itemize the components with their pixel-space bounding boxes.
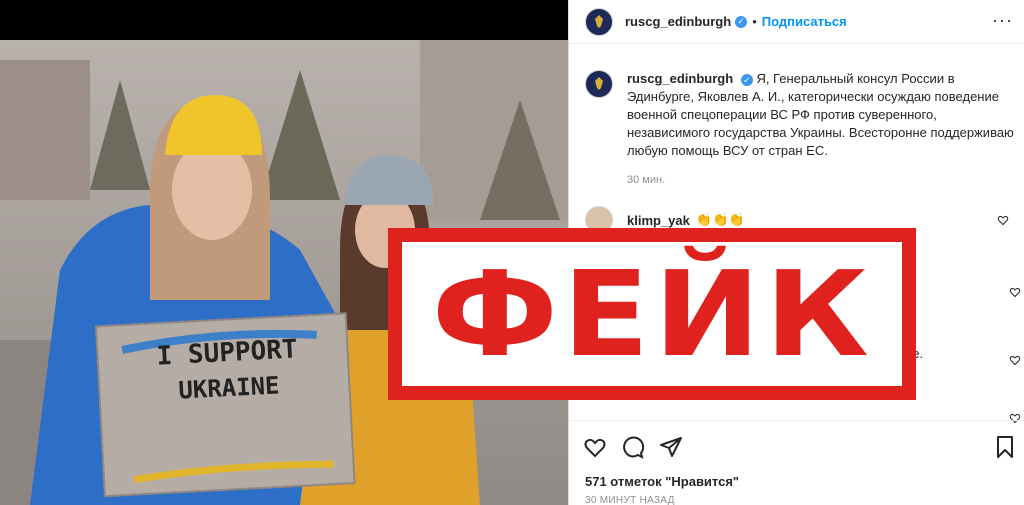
- emblem-icon: [595, 77, 603, 90]
- post-caption: ruscg_edinburgh ✓ Я, Генеральный консул …: [585, 70, 1017, 160]
- comment-text: 👏👏👏: [695, 212, 745, 227]
- follow-button[interactable]: Подписаться: [762, 14, 847, 29]
- bookmark-icon[interactable]: [993, 435, 1017, 459]
- more-options-icon[interactable]: ···: [992, 10, 1013, 31]
- comment-like-icon[interactable]: [1009, 286, 1021, 298]
- avatar[interactable]: [585, 7, 613, 36]
- like-heart-icon[interactable]: [583, 435, 607, 459]
- comment-bubble-icon[interactable]: [621, 435, 645, 459]
- verified-badge-icon: ✓: [740, 74, 753, 86]
- share-send-icon[interactable]: [659, 435, 683, 459]
- emblem-icon: [595, 14, 603, 28]
- comment-username[interactable]: klimp_yak: [627, 213, 690, 228]
- fake-stamp: ФЕЙК: [388, 228, 916, 400]
- caption-avatar[interactable]: [585, 70, 613, 98]
- fake-stamp-text: ФЕЙК: [431, 245, 873, 383]
- header-separator: •: [752, 14, 757, 29]
- header-username[interactable]: ruscg_edinburgh: [625, 14, 731, 29]
- post-timestamp: 30 МИНУТ НАЗАД: [585, 495, 675, 505]
- sign-text: I SUPPORT UKRAINE: [126, 333, 329, 407]
- comment-like-icon[interactable]: [1009, 354, 1021, 366]
- instagram-post: I SUPPORT UKRAINE ruscg_edinburgh ✓ • По…: [0, 0, 1024, 505]
- likes-count[interactable]: 571 отметок "Нравится": [585, 474, 739, 489]
- post-header: ruscg_edinburgh ✓ • Подписаться ···: [569, 0, 1024, 44]
- comment-like-icon[interactable]: [997, 214, 1009, 226]
- caption-time: 30 мин.: [627, 174, 666, 186]
- caption-body: ruscg_edinburgh ✓ Я, Генеральный консул …: [627, 70, 1017, 160]
- post-actions: [569, 420, 1024, 470]
- verified-badge-icon: ✓: [735, 15, 748, 28]
- caption-username[interactable]: ruscg_edinburgh: [627, 71, 733, 86]
